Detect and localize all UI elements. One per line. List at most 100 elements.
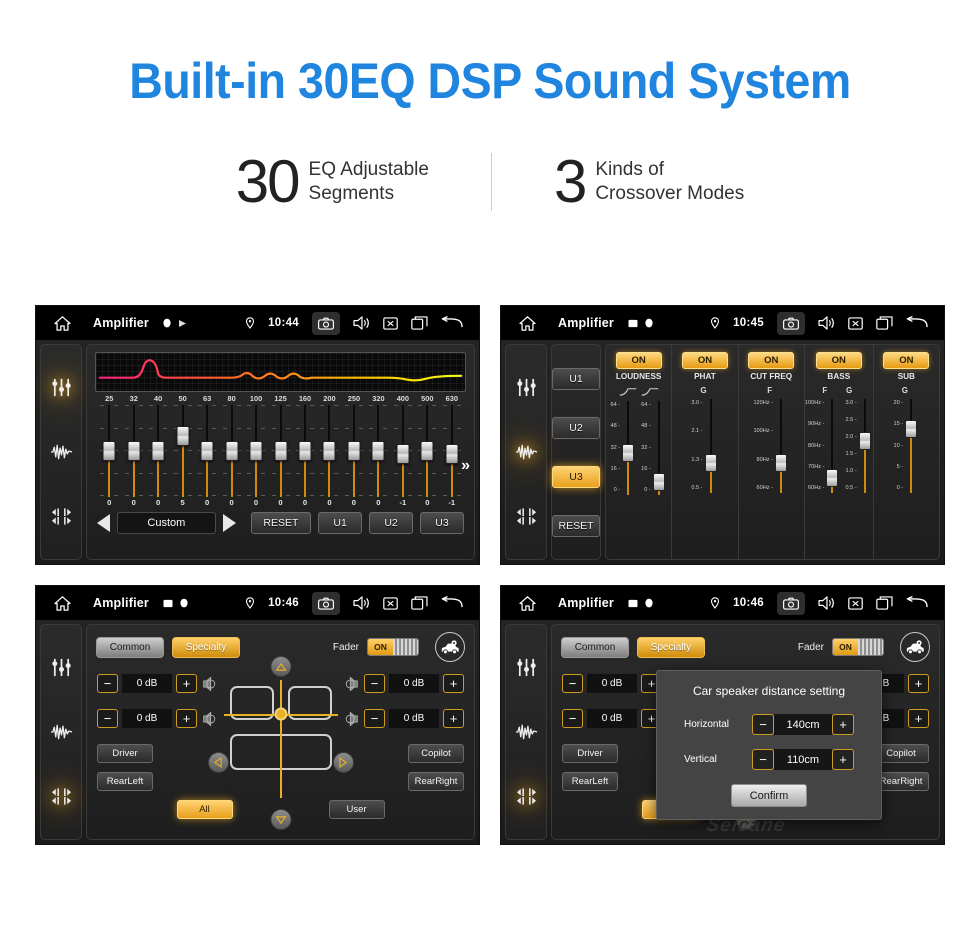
eq-band-80[interactable] [219, 405, 243, 497]
toggle-cut-freq[interactable]: ON [748, 352, 795, 369]
home-icon[interactable] [54, 315, 71, 331]
position-user-button[interactable]: User [328, 800, 385, 819]
eq-slider-thumb[interactable] [176, 426, 190, 446]
slider-thumb[interactable] [652, 473, 665, 491]
listening-position-marker[interactable] [274, 707, 287, 721]
eq-slider-track[interactable] [320, 405, 339, 497]
slider-track[interactable] [904, 399, 918, 493]
balance-fader-icon[interactable] [51, 506, 72, 527]
eq-slider-thumb[interactable] [322, 441, 336, 461]
preset-u1-button[interactable]: U1 [318, 512, 363, 534]
eq-slider-thumb[interactable] [151, 441, 165, 461]
decrement-button[interactable]: − [364, 709, 385, 728]
eq-slider-track[interactable] [247, 405, 266, 497]
back-arrow-icon[interactable] [441, 596, 463, 610]
waveform-icon[interactable] [515, 443, 538, 461]
increment-button[interactable]: + [176, 709, 197, 728]
crossover-slider[interactable]: 100Hz - 90Hz - 80Hz - 70Hz - 60Hz - [805, 399, 841, 559]
volume-icon[interactable] [818, 316, 835, 330]
crossover-slider[interactable]: 3.0 - 2.1 - 1.3 - 0.5 - [691, 399, 718, 559]
eq-slider-track[interactable] [271, 405, 290, 497]
eq-slider-track[interactable] [418, 405, 437, 497]
slider-track[interactable] [858, 399, 872, 493]
slider-track[interactable] [704, 399, 718, 493]
toggle-bass[interactable]: ON [815, 352, 862, 369]
decrement-button[interactable]: − [97, 709, 118, 728]
recents-icon[interactable] [411, 316, 428, 330]
home-icon[interactable] [54, 595, 71, 611]
toggle-sub[interactable]: ON [883, 352, 930, 369]
fader-toggle[interactable]: ON [367, 638, 419, 656]
eq-slider-bank[interactable] [97, 405, 464, 497]
eq-band-32[interactable] [121, 405, 145, 497]
move-left-button[interactable] [207, 752, 229, 773]
eq-slider-track[interactable] [173, 405, 192, 497]
crossover-slider[interactable]: 3.0 - 2.5 - 2.0 - 1.5 - 1.0 - 0.5 - [845, 399, 872, 559]
eq-slider-thumb[interactable] [298, 441, 312, 461]
eq-band-320[interactable] [366, 405, 390, 497]
eq-slider-thumb[interactable] [274, 441, 288, 461]
slider-thumb[interactable] [622, 444, 635, 462]
equalizer-icon[interactable] [51, 377, 72, 398]
eq-slider-track[interactable] [393, 405, 412, 497]
car-gear-icon[interactable] [435, 632, 465, 662]
crossover-slider[interactable]: 120Hz - 100Hz - 80Hz - 60Hz - [753, 399, 789, 559]
mute-box-icon[interactable] [383, 316, 398, 330]
eq-slider-track[interactable] [100, 405, 119, 497]
eq-band-125[interactable] [268, 405, 292, 497]
increment-button[interactable]: + [443, 674, 464, 693]
eq-band-200[interactable] [317, 405, 341, 497]
balance-fader-icon[interactable] [51, 786, 72, 807]
eq-band-160[interactable] [293, 405, 317, 497]
position-driver-button[interactable]: Driver [97, 744, 153, 763]
crossover-slider[interactable]: 64 - 48 - 32 - 16 - 0 - [611, 401, 637, 559]
eq-slider-track[interactable] [442, 405, 461, 497]
slider-track[interactable] [825, 399, 839, 493]
slider-thumb[interactable] [858, 432, 871, 450]
position-copilot-button[interactable]: Copilot [408, 744, 464, 763]
eq-slider-track[interactable] [369, 405, 388, 497]
eq-slider-thumb[interactable] [200, 441, 214, 461]
slider-thumb[interactable] [826, 469, 839, 487]
preset-prev-button[interactable] [97, 514, 110, 532]
back-arrow-icon[interactable] [906, 596, 928, 610]
reset-button[interactable]: RESET [250, 512, 312, 534]
eq-band-500[interactable] [415, 405, 439, 497]
position-rearleft-button[interactable]: RearLeft [97, 772, 153, 791]
move-right-button[interactable] [332, 752, 354, 773]
volume-icon[interactable] [353, 316, 370, 330]
tab-common[interactable]: Common [96, 636, 164, 658]
tab-specialty[interactable]: Specialty [172, 636, 240, 658]
decrement-button[interactable]: − [364, 674, 385, 693]
camera-icon[interactable] [777, 591, 805, 615]
back-arrow-icon[interactable] [441, 316, 463, 330]
eq-slider-thumb[interactable] [371, 441, 385, 461]
camera-icon[interactable] [312, 311, 340, 335]
eq-slider-thumb[interactable] [396, 444, 410, 464]
slider-track[interactable] [621, 401, 635, 495]
volume-icon[interactable] [818, 596, 835, 610]
mute-box-icon[interactable] [848, 596, 863, 610]
recents-icon[interactable] [876, 316, 893, 330]
equalizer-icon[interactable] [51, 657, 72, 678]
crossover-slider[interactable]: 64 - 48 - 32 - 16 - 0 - [641, 401, 667, 559]
mute-box-icon[interactable] [383, 596, 398, 610]
volume-icon[interactable] [353, 596, 370, 610]
back-arrow-icon[interactable] [906, 316, 928, 330]
waveform-icon[interactable] [515, 723, 538, 741]
eq-slider-track[interactable] [124, 405, 143, 497]
slider-track[interactable] [774, 399, 788, 493]
increment-button[interactable]: + [832, 749, 854, 770]
eq-slider-thumb[interactable] [420, 441, 434, 461]
increment-button[interactable]: + [176, 674, 197, 693]
toggle-loudness[interactable]: ON [615, 352, 662, 369]
eq-band-25[interactable] [97, 405, 121, 497]
equalizer-icon[interactable] [516, 657, 537, 678]
eq-slider-track[interactable] [295, 405, 314, 497]
eq-slider-track[interactable] [222, 405, 241, 497]
eq-slider-thumb[interactable] [347, 441, 361, 461]
preset-u3-button[interactable]: U3 [420, 512, 464, 534]
seat-position-diagram[interactable] [207, 656, 354, 830]
eq-band-40[interactable] [146, 405, 170, 497]
balance-fader-icon[interactable] [516, 786, 537, 807]
